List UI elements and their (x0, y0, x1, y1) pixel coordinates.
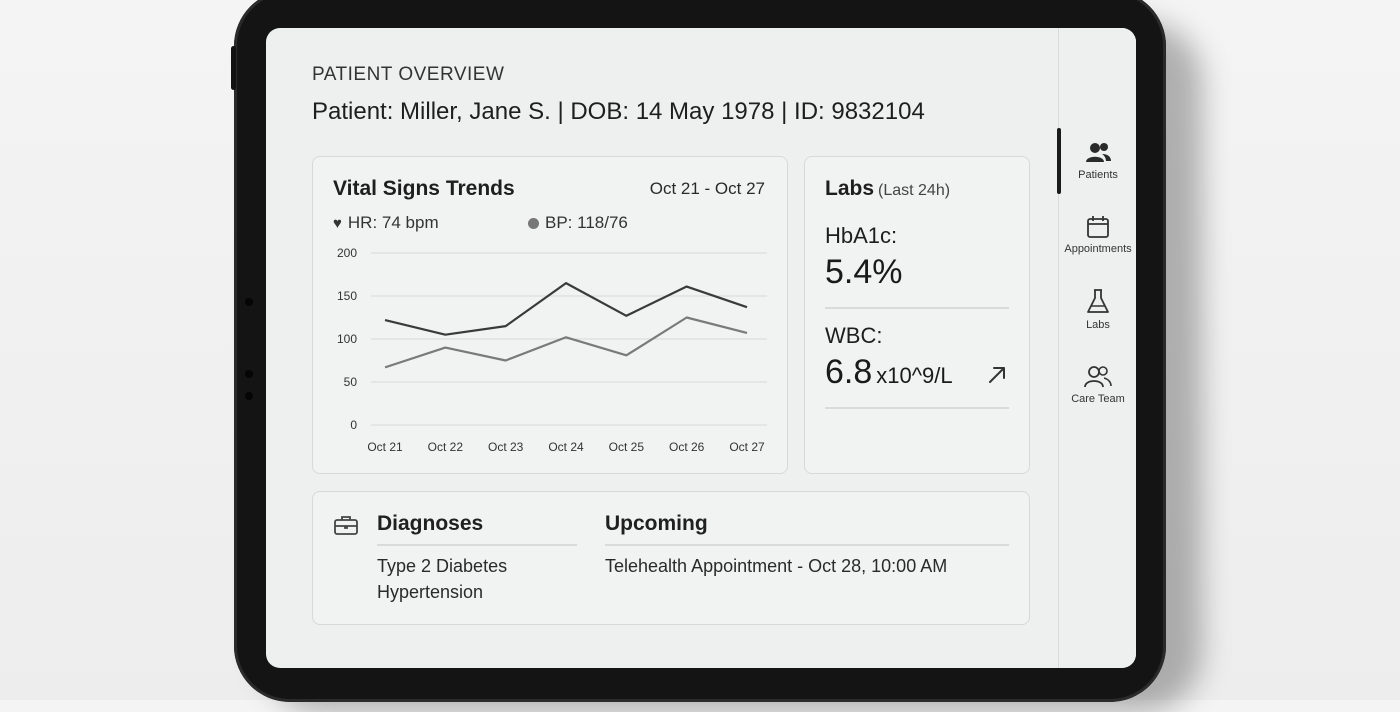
y-tick-label: 100 (337, 332, 357, 346)
calendar-icon (1087, 216, 1109, 238)
labs-card[interactable]: Labs (Last 24h) HbA1c: 5.4% WBC: 6.8 x10^9… (804, 156, 1030, 474)
x-tick-label: Oct 21 (367, 440, 403, 454)
x-tick-label: Oct 26 (669, 440, 705, 454)
arrow-up-right-icon (989, 367, 1005, 383)
series-line-1 (384, 316, 748, 369)
diagnoses-divider (377, 544, 577, 546)
upcoming-appointment[interactable]: Telehealth Appointment - Oct 28, 10:00 A… (605, 556, 947, 577)
sensor-dot (245, 370, 253, 378)
sidebar-item-labs[interactable]: Labs (1059, 288, 1136, 331)
series-line-0 (384, 281, 748, 336)
legend-hr: ♥ HR: 74 bpm (333, 213, 439, 233)
hr-label: HR: 74 bpm (347, 213, 439, 232)
sidebar-item-patients[interactable]: Patients (1059, 140, 1136, 181)
lab-divider (825, 407, 1009, 409)
main-content: PATIENT OVERVIEW Patient: Miller, Jane S… (266, 28, 1058, 668)
x-tick-label: Oct 27 (729, 440, 765, 454)
wbc-number: 6.8 (825, 353, 873, 391)
diagnoses-upcoming-card: Diagnoses Type 2 Diabetes Hypertension U… (312, 491, 1030, 625)
sidebar-item-label: Labs (1086, 319, 1110, 331)
diagnoses-title: Diagnoses (377, 512, 484, 535)
dot-icon (528, 217, 539, 229)
heart-icon: ♥ (333, 214, 342, 232)
hba1c-value: 5.4% (825, 253, 903, 291)
labs-title: Labs (Last 24h) (825, 177, 950, 201)
hba1c-label: HbA1c: (825, 223, 898, 248)
screen: PATIENT OVERVIEW Patient: Miller, Jane S… (266, 28, 1136, 668)
diagnosis-item: Type 2 Diabetes (377, 556, 508, 576)
wbc-unit: x10^9/L (876, 363, 953, 388)
labs-title-text: Labs (825, 177, 875, 200)
briefcase-icon (334, 516, 358, 535)
camera-dot (245, 298, 253, 306)
y-tick-label: 150 (337, 289, 357, 303)
y-tick-label: 200 (337, 246, 357, 260)
upcoming-title: Upcoming (605, 512, 708, 535)
sidebar-item-care-team[interactable]: Care Team (1059, 364, 1136, 405)
sidebar-item-label: Care Team (1071, 393, 1125, 405)
vital-signs-chart: 0 50 100 150 200 Oct 21 Oct 22 Oct 23 Oct 24 Oct … (337, 246, 767, 454)
bp-label: BP: 118/76 (545, 213, 628, 232)
x-tick-label: Oct 23 (488, 440, 524, 454)
sidebar-item-label: Patients (1078, 169, 1118, 181)
vital-signs-title: Vital Signs Trends (333, 177, 515, 200)
team-icon (1084, 366, 1112, 388)
users-icon (1086, 143, 1111, 162)
x-tick-label: Oct 25 (609, 440, 645, 454)
sensor-dot (245, 392, 253, 400)
sidebar-item-label: Appointments (1064, 243, 1132, 255)
y-tick-label: 50 (344, 375, 358, 389)
legend-bp: BP: 118/76 (528, 213, 628, 233)
wbc-label: WBC: (825, 323, 883, 348)
diagnosis-item: Hypertension (377, 582, 484, 602)
wbc-value: 6.8 x10^9/L (825, 353, 953, 392)
lab-divider (825, 307, 1009, 309)
volume-button (231, 46, 236, 90)
x-tick-label: Oct 24 (548, 440, 584, 454)
labs-subtitle: (Last 24h) (878, 182, 951, 199)
x-tick-label: Oct 22 (428, 440, 464, 454)
date-range[interactable]: Oct 21 - Oct 27 (650, 179, 765, 199)
patient-info: Patient: Miller, Jane S. | DOB: 14 May 1… (312, 98, 925, 125)
flask-icon (1087, 289, 1109, 313)
vital-signs-card[interactable]: Vital Signs Trends Oct 21 - Oct 27 ♥ HR:… (312, 156, 788, 474)
sidebar-nav: Patients Appointments Labs Care Team (1057, 28, 1136, 668)
sidebar-item-appointments[interactable]: Appointments (1059, 214, 1136, 255)
y-tick-label: 0 (350, 418, 357, 432)
section-label: PATIENT OVERVIEW (312, 64, 505, 85)
upcoming-divider (605, 544, 1009, 546)
